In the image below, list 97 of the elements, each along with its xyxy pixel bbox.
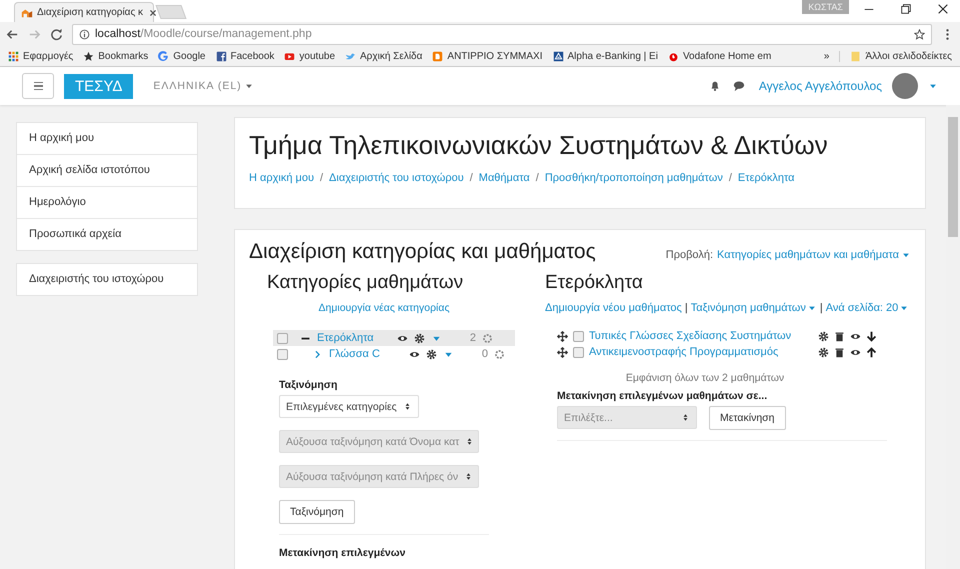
sidebar-item[interactable]: Προσωπικά αρχεία	[17, 219, 197, 250]
breadcrumb-separator: /	[320, 172, 324, 184]
checkbox[interactable]	[573, 346, 584, 358]
gear-icon[interactable]	[818, 346, 829, 358]
star-icon	[83, 50, 94, 62]
move-icon[interactable]	[557, 346, 568, 358]
trash-icon[interactable]	[834, 330, 845, 342]
course-summary: Εμφάνιση όλων των 2 μαθημάτων	[624, 372, 786, 384]
bookmark[interactable]: Alpha e-Banking | Ei	[552, 50, 658, 62]
breadcrumb-separator: /	[728, 172, 732, 184]
bookmark[interactable]: Αρχική Σελίδα	[345, 50, 422, 62]
checkbox[interactable]	[277, 332, 288, 344]
gear-icon[interactable]	[414, 332, 425, 344]
sort-select: Αύξουσα ταξινόμηση κατά Όνομα κατ	[279, 430, 479, 453]
user-name[interactable]: Αγγελος Αγγελόπουλος	[758, 79, 882, 93]
b-letter-icon	[432, 50, 444, 62]
bookmark[interactable]: Facebook	[216, 50, 274, 62]
sidebar-item[interactable]: Διαχειριστής του ιστοχώρου	[17, 264, 197, 295]
column-title: Ετερόκλητα	[545, 272, 644, 294]
f-letter-icon	[216, 50, 226, 62]
bell-icon[interactable]	[708, 80, 721, 92]
course-action-link[interactable]: Ταξινόμηση μαθημάτων	[690, 302, 817, 314]
breadcrumb-separator: /	[470, 172, 473, 184]
section-title: Διαχείριση κατηγορίας και μαθήματος	[249, 240, 596, 264]
menu-button[interactable]	[22, 73, 54, 99]
updown-icon	[464, 472, 474, 481]
close-icon[interactable]	[937, 3, 949, 15]
folder-icon	[850, 50, 862, 62]
star-icon[interactable]	[914, 28, 925, 40]
category-link[interactable]: Γλώσσα C	[329, 348, 403, 360]
sort-button[interactable]: Ταξινόμηση	[279, 500, 355, 524]
restore-icon[interactable]	[900, 3, 912, 15]
course-link[interactable]: Τυπικές Γλώσσες Σχεδίασης Συστημάτων	[589, 330, 813, 342]
course-count: 0	[480, 348, 488, 360]
link-separator: |	[820, 302, 823, 314]
checkbox[interactable]	[277, 348, 288, 360]
cohort-icon	[494, 348, 505, 360]
bank-logo-icon	[552, 50, 564, 62]
breadcrumb-link[interactable]: Μαθήματα	[478, 172, 530, 184]
url-text: localhost/Moodle/course/management.php	[95, 28, 312, 40]
page-title: Τμήμα Τηλεπικοινωνιακών Συστημάτων & Δικτύων	[249, 130, 829, 161]
up-arrow-icon[interactable]	[866, 346, 877, 358]
create-category-link[interactable]: Δημιουργία νέας κατηγορίας	[318, 302, 450, 314]
breadcrumb-link[interactable]: Η αρχική μου	[249, 172, 314, 184]
course-link[interactable]: Αντικειμενοστραφής Προγραμματισμός	[589, 346, 813, 358]
g-letter-icon	[158, 50, 170, 62]
link-separator: |	[684, 302, 688, 314]
browser-tab[interactable]: Διαχείριση κατηγορίας κ	[14, 2, 154, 22]
view-label: Προβολή:	[666, 249, 714, 261]
sidebar-item[interactable]: Η αρχική μου	[17, 123, 197, 155]
breadcrumb-link[interactable]: Προσθήκη/τροποποίηση μαθημάτων	[544, 172, 723, 184]
more-bookmarks-button[interactable]: »	[824, 50, 840, 62]
back-arrow-icon[interactable]	[6, 28, 19, 40]
down-arrow-icon[interactable]	[866, 330, 877, 342]
form-label: Μετακίνηση επιλεγμένων	[279, 547, 406, 559]
course-count: 2	[468, 332, 476, 344]
grid-icon	[8, 50, 19, 62]
form-label: Μετακίνηση επιλεγμένων μαθημάτων σε...	[557, 390, 768, 402]
play-icon	[284, 50, 296, 62]
gear-icon[interactable]	[818, 330, 829, 342]
address-field[interactable]: localhost/Moodle/course/management.php	[72, 24, 932, 44]
form-label: Ταξινόμηση	[279, 379, 338, 391]
bookmark[interactable]: ΑΝΤΙΡΡΙΟ ΣΥΜΜΑΧΙ	[432, 50, 542, 62]
breadcrumb-separator: /	[536, 172, 539, 184]
updown-icon	[402, 402, 412, 411]
updown-icon	[465, 437, 474, 446]
bookmark[interactable]: Bookmarks	[83, 50, 148, 62]
bookmark[interactable]: Google	[158, 50, 206, 62]
move-button[interactable]: Μετακίνηση	[709, 406, 786, 430]
column-title: Κατηγορίες μαθημάτων	[267, 272, 464, 294]
gear-icon[interactable]	[426, 348, 437, 360]
info-icon	[79, 28, 90, 40]
checkbox[interactable]	[573, 330, 584, 342]
sidebar-item[interactable]: Ημερολόγιο	[17, 187, 197, 219]
updown-icon	[681, 413, 690, 422]
language-menu[interactable]: ΕΛΛΗΝΙΚΑ (EL)	[153, 80, 254, 92]
course-action-link[interactable]: Ανά σελίδα: 20	[826, 302, 910, 314]
avatar[interactable]	[892, 73, 918, 99]
category-row[interactable]: Γλώσσα C 0	[273, 346, 515, 362]
bird-icon	[345, 50, 356, 62]
drop-icon	[668, 50, 679, 62]
trash-icon[interactable]	[834, 346, 845, 358]
breadcrumb-link[interactable]: Διαχειριστής του ιστοχώρου	[329, 172, 464, 184]
cohort-icon	[482, 332, 493, 344]
bookmark-folder[interactable]: Άλλοι σελιδοδείκτες	[850, 50, 952, 62]
sort-select: Αύξουσα ταξινόμηση κατά Πλήρες όν	[279, 465, 479, 488]
bookmark[interactable]: youtube	[284, 50, 336, 62]
bookmark[interactable]: Vodafone Home em	[668, 50, 772, 62]
bookmark[interactable]: Εφαρμογές	[8, 50, 74, 62]
sort-select[interactable]: Επιλεγμένες κατηγορίες	[279, 395, 419, 418]
sidebar-item[interactable]: Αρχική σελίδα ιστοτόπου	[17, 155, 197, 187]
move-icon[interactable]	[557, 330, 568, 342]
breadcrumb-link[interactable]: Ετερόκλητα	[738, 172, 795, 184]
view-dropdown[interactable]: Κατηγορίες μαθημάτων και μαθήματα	[717, 249, 911, 261]
reload-icon[interactable]	[50, 28, 63, 40]
chat-icon[interactable]	[732, 80, 745, 92]
course-action-link[interactable]: Δημιουργία νέου μαθήματος	[545, 302, 682, 314]
